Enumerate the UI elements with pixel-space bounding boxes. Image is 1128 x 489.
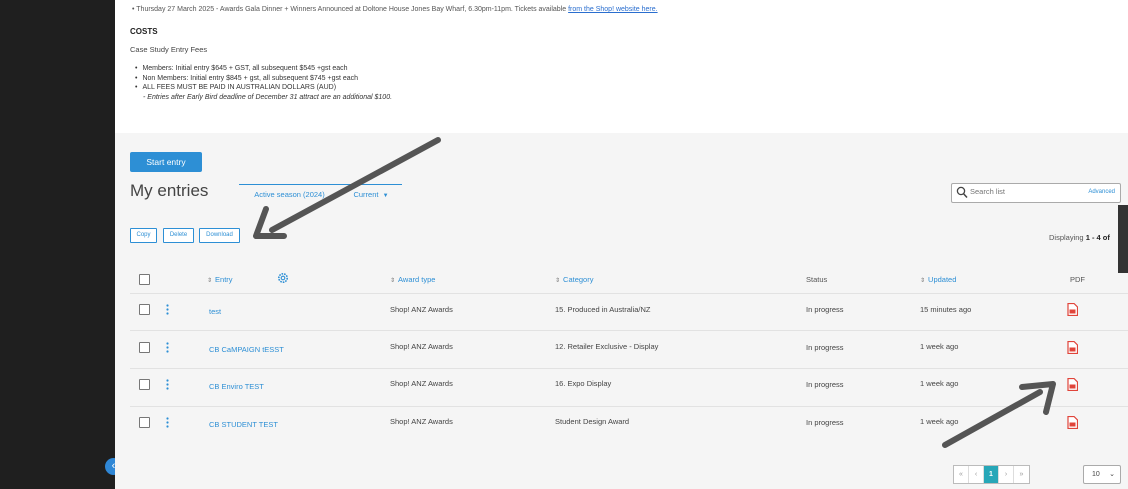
column-category-label: Category <box>563 275 594 284</box>
row-checkbox[interactable] <box>139 342 150 353</box>
page-size-select[interactable]: 10 ⌄ <box>1083 465 1121 484</box>
page-button-current[interactable]: 1 <box>984 466 999 483</box>
row-checkbox[interactable] <box>139 379 150 390</box>
left-sidebar <box>0 0 115 489</box>
award-type-cell: Shop! ANZ Awards <box>390 417 453 426</box>
tab-active-season[interactable]: Active season (2024) <box>239 184 340 204</box>
pagination: « ‹ 1 › » <box>953 465 1030 484</box>
displaying-prefix: Displaying <box>1049 233 1084 242</box>
category-cell: Student Design Award <box>555 417 630 426</box>
row-checkbox[interactable] <box>139 417 150 428</box>
column-pdf: PDF <box>1070 275 1085 284</box>
pdf-icon[interactable] <box>1067 416 1078 429</box>
status-cell: In progress <box>806 305 844 314</box>
entry-link[interactable]: test <box>209 307 221 316</box>
pdf-icon[interactable] <box>1067 378 1078 391</box>
gear-icon[interactable] <box>277 272 289 284</box>
feedback-side-tab[interactable] <box>1118 205 1128 273</box>
fee-item: ALL FEES MUST BE PAID IN AUSTRALIAN DOLL… <box>135 83 392 93</box>
page-title: My entries <box>130 181 209 200</box>
fees-list: Members: Initial entry $645 + GST, all s… <box>135 64 392 102</box>
column-status: Status <box>806 275 828 284</box>
search-input[interactable] <box>970 187 1060 196</box>
more-vertical-icon[interactable] <box>166 342 169 353</box>
row-divider <box>130 406 1128 407</box>
start-entry-button[interactable]: Start entry <box>130 152 202 172</box>
page-size-value: 10 <box>1092 471 1100 478</box>
award-type-cell: Shop! ANZ Awards <box>390 379 453 388</box>
updated-cell: 1 week ago <box>920 342 959 351</box>
pdf-icon[interactable] <box>1067 303 1078 316</box>
advanced-search-link[interactable]: Advanced <box>1088 189 1115 195</box>
updated-cell: 1 week ago <box>920 379 959 388</box>
more-vertical-icon[interactable] <box>166 417 169 428</box>
column-category[interactable]: ⇕ Category <box>555 275 593 284</box>
chevron-down-icon: ▼ <box>382 193 389 199</box>
category-cell: 15. Produced in Australia/NZ <box>555 305 651 314</box>
status-cell: In progress <box>806 380 844 389</box>
my-entries-section: Start entry My entries Active season (20… <box>115 133 1128 489</box>
column-entry-label: Entry <box>215 275 233 284</box>
shop-website-link[interactable]: from the Shop! website here. <box>568 6 658 13</box>
pdf-icon[interactable] <box>1067 341 1078 354</box>
column-award-type[interactable]: ⇕ Award type <box>390 275 435 284</box>
category-cell: 16. Expo Display <box>555 379 612 388</box>
instructions-section: • Thursday 27 March 2025 - Awards Gala D… <box>115 0 1128 133</box>
column-updated-label: Updated <box>928 275 957 284</box>
select-all-checkbox[interactable] <box>139 274 150 285</box>
fee-item: Non Members: Initial entry $845 + gst, a… <box>135 74 392 84</box>
status-cell: In progress <box>806 418 844 427</box>
column-award-type-label: Award type <box>398 275 436 284</box>
entry-link[interactable]: CB CaMPAIGN tESST <box>209 345 284 354</box>
tab-current[interactable]: Current ▼ <box>340 184 402 204</box>
next-page-button[interactable]: › <box>999 466 1014 483</box>
search-box[interactable]: Advanced <box>951 183 1121 203</box>
chevron-down-icon: ⌄ <box>1109 471 1115 478</box>
last-page-button[interactable]: » <box>1014 466 1029 483</box>
entry-link[interactable]: CB Enviro TEST <box>209 382 264 391</box>
prev-page-button[interactable]: ‹ <box>969 466 984 483</box>
event-text: • Thursday 27 March 2025 - Awards Gala D… <box>132 6 567 13</box>
event-line: • Thursday 27 March 2025 - Awards Gala D… <box>132 6 658 13</box>
column-updated[interactable]: ⇕ Updated <box>920 275 956 284</box>
entry-link[interactable]: CB STUDENT TEST <box>209 420 278 429</box>
more-vertical-icon[interactable] <box>166 304 169 315</box>
updated-cell: 1 week ago <box>920 417 959 426</box>
displaying-count: Displaying 1 - 4 of <box>1049 233 1110 242</box>
delete-button[interactable]: Delete <box>163 228 194 243</box>
row-checkbox[interactable] <box>139 304 150 315</box>
row-divider <box>130 368 1128 369</box>
copy-button[interactable]: Copy <box>130 228 157 243</box>
search-icon <box>956 186 968 199</box>
column-entry[interactable]: ⇕ Entry <box>207 275 233 284</box>
costs-subheading: Case Study Entry Fees <box>130 45 208 54</box>
more-vertical-icon[interactable] <box>166 379 169 390</box>
first-page-button[interactable]: « <box>954 466 969 483</box>
sort-icon: ⇕ <box>920 278 926 284</box>
fee-note: - Entries after Early Bird deadline of D… <box>143 93 393 101</box>
award-type-cell: Shop! ANZ Awards <box>390 305 453 314</box>
category-cell: 12. Retailer Exclusive - Display <box>555 342 659 351</box>
status-cell: In progress <box>806 343 844 352</box>
sort-icon: ⇕ <box>207 278 213 284</box>
sort-icon: ⇕ <box>555 278 561 284</box>
award-type-cell: Shop! ANZ Awards <box>390 342 453 351</box>
fee-item: Members: Initial entry $645 + GST, all s… <box>135 64 392 74</box>
sort-icon: ⇕ <box>390 278 396 284</box>
updated-cell: 15 minutes ago <box>920 305 972 314</box>
costs-heading: COSTS <box>130 27 158 36</box>
download-button[interactable]: Download <box>199 228 240 243</box>
displaying-range: 1 - 4 of <box>1085 233 1110 242</box>
row-divider <box>130 293 1128 294</box>
row-divider <box>130 330 1128 331</box>
tab-current-label: Current <box>353 190 379 199</box>
